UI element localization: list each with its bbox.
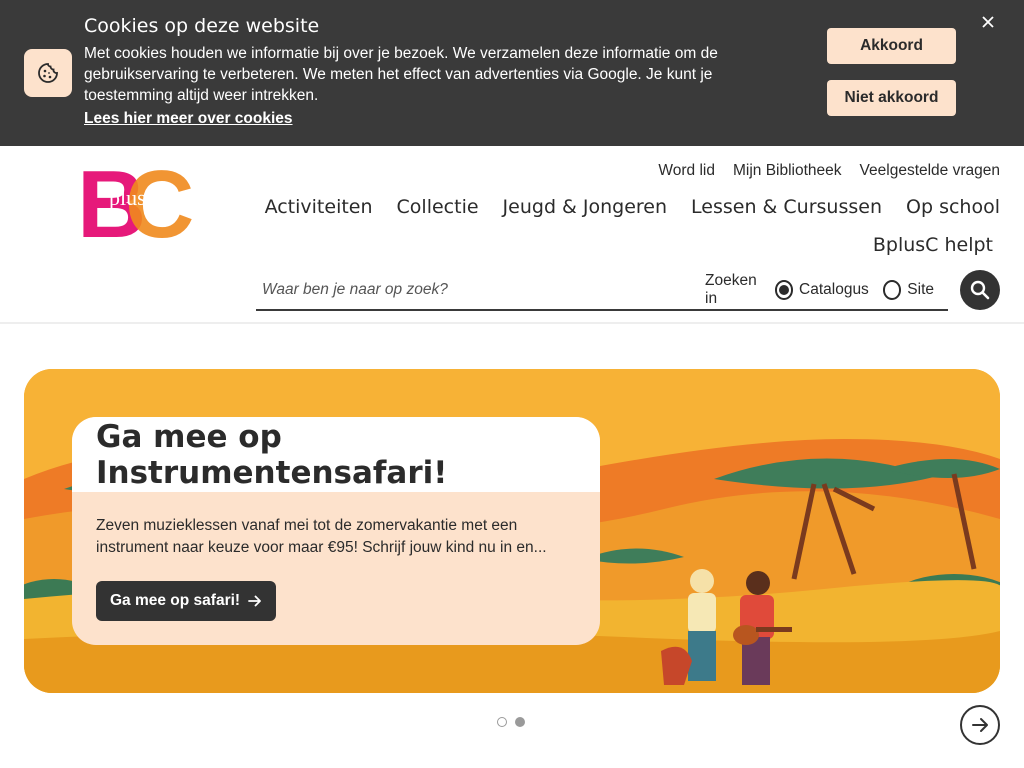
radio-site[interactable]: [882, 280, 902, 300]
main-nav: Activiteiten Collectie Jeugd & Jongeren …: [265, 196, 1000, 218]
arrow-right-icon: [248, 595, 261, 607]
utility-nav: Word lid Mijn Bibliotheek Veelgestelde v…: [658, 162, 1000, 180]
cookie-icon: [24, 49, 72, 97]
cookie-title: Cookies op deze website: [84, 15, 320, 37]
search-bar: Zoeken in Catalogus Site: [256, 270, 948, 311]
decline-cookies-button[interactable]: Niet akkoord: [827, 80, 956, 116]
search-icon: [970, 280, 990, 300]
util-link-word-lid[interactable]: Word lid: [658, 162, 715, 180]
carousel-next-button[interactable]: [960, 705, 1000, 745]
hero-cta-label: Ga mee op safari!: [110, 592, 241, 609]
nav-item-activiteiten[interactable]: Activiteiten: [265, 196, 373, 218]
cookie-banner: Cookies op deze website Met cookies houd…: [0, 0, 1024, 146]
hero-card-header: Ga mee op Instrumentensafari!: [72, 417, 600, 492]
nav-item-jeugd[interactable]: Jeugd & Jongeren: [503, 196, 668, 218]
carousel-indicators: [497, 717, 525, 727]
hero-title: Ga mee op Instrumentensafari!: [96, 418, 448, 491]
site-header: B C plus Word lid Mijn Bibliotheek Veelg…: [0, 146, 1024, 324]
carousel-dot-2[interactable]: [515, 717, 525, 727]
cookie-text: Met cookies houden we informatie bij ove…: [84, 45, 718, 104]
nav-item-bplusc-helpt[interactable]: BplusC helpt: [873, 234, 993, 256]
carousel-dot-1[interactable]: [497, 717, 507, 727]
util-link-faq[interactable]: Veelgestelde vragen: [860, 162, 1000, 180]
nav-item-lessen[interactable]: Lessen & Cursussen: [691, 196, 882, 218]
hero-card: Ga mee op Instrumentensafari! Zeven muzi…: [72, 417, 600, 645]
hero-cta-button[interactable]: Ga mee op safari!: [96, 581, 277, 621]
nav-item-collectie[interactable]: Collectie: [397, 196, 479, 218]
arrow-right-icon: [972, 718, 988, 732]
nav-item-op-school[interactable]: Op school: [906, 196, 1000, 218]
accept-cookies-button[interactable]: Akkoord: [827, 28, 956, 64]
search-scope-label: Zoeken in: [705, 272, 757, 307]
radio-catalogus[interactable]: [774, 280, 794, 300]
util-link-mijn-bibliotheek[interactable]: Mijn Bibliotheek: [733, 162, 842, 180]
search-scope: Zoeken in Catalogus Site: [693, 270, 948, 310]
search-input[interactable]: [256, 270, 692, 310]
logo-plus: plus: [109, 185, 146, 210]
radio-label-catalogus[interactable]: Catalogus: [799, 281, 869, 299]
search-button[interactable]: [960, 270, 1000, 310]
cookie-info-link[interactable]: Lees hier meer over cookies: [84, 110, 293, 128]
logo[interactable]: B C plus: [77, 151, 199, 258]
hero-description: Zeven muzieklessen vanaf mei tot de zome…: [96, 517, 547, 556]
radio-label-site[interactable]: Site: [907, 281, 934, 299]
close-icon[interactable]: [978, 12, 998, 32]
